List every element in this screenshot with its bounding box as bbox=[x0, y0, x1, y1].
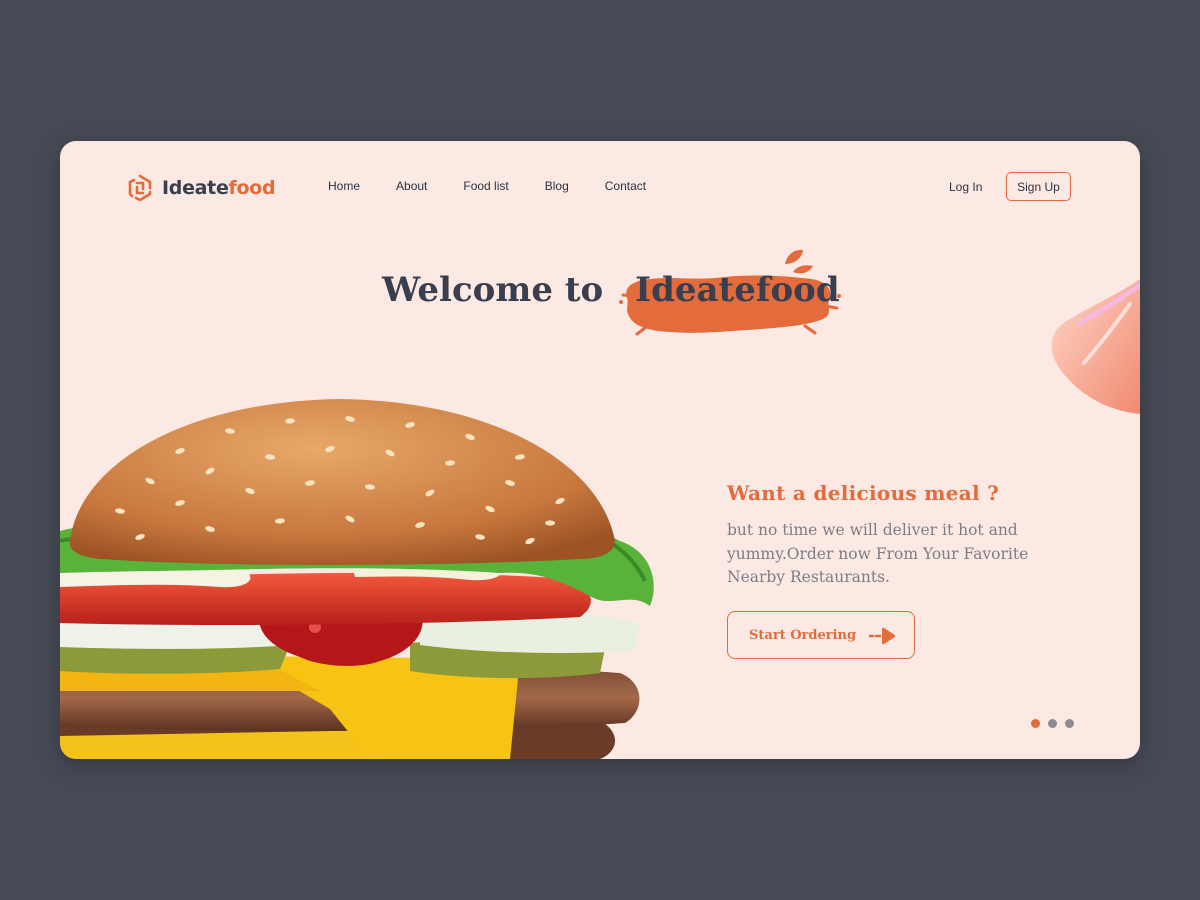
landing-card: Ideatefood Home About Food list Blog Con… bbox=[60, 141, 1140, 759]
hero-title-brand-highlight: Ideatefood bbox=[619, 249, 853, 336]
sesame-seed bbox=[545, 520, 555, 526]
logo-text: Ideatefood bbox=[162, 177, 276, 199]
carousel-dot[interactable] bbox=[1065, 719, 1074, 728]
burger-image bbox=[60, 399, 654, 759]
carousel-dot[interactable] bbox=[1031, 719, 1040, 728]
main-nav: Home About Food list Blog Contact bbox=[328, 179, 682, 193]
logo-icon bbox=[128, 174, 152, 202]
nav-item-about[interactable]: About bbox=[396, 179, 427, 193]
hero-title: Welcome to Ideatefood bbox=[382, 249, 854, 336]
login-link[interactable]: Log In bbox=[949, 180, 982, 194]
start-ordering-button[interactable]: Start Ordering bbox=[727, 611, 915, 659]
carousel-dots bbox=[1031, 719, 1074, 728]
hero-description: but no time we will deliver it hot and y… bbox=[727, 521, 1029, 586]
nav-item-home[interactable]: Home bbox=[328, 179, 360, 193]
arrow-right-icon bbox=[869, 627, 896, 645]
logo[interactable]: Ideatefood bbox=[126, 174, 276, 202]
decorative-shape bbox=[1051, 279, 1140, 414]
hero-title-brand: Ideatefood bbox=[635, 270, 840, 310]
nav-item-food-list[interactable]: Food list bbox=[463, 179, 508, 193]
nav-item-blog[interactable]: Blog bbox=[545, 179, 569, 193]
hero-title-prefix: Welcome to bbox=[382, 270, 604, 310]
nav-item-contact[interactable]: Contact bbox=[605, 179, 646, 193]
hero-heading: Want a delicious meal ? bbox=[727, 481, 1000, 505]
carousel-dot[interactable] bbox=[1048, 719, 1057, 728]
signup-button[interactable]: Sign Up bbox=[1006, 172, 1071, 201]
start-ordering-label: Start Ordering bbox=[749, 627, 857, 643]
